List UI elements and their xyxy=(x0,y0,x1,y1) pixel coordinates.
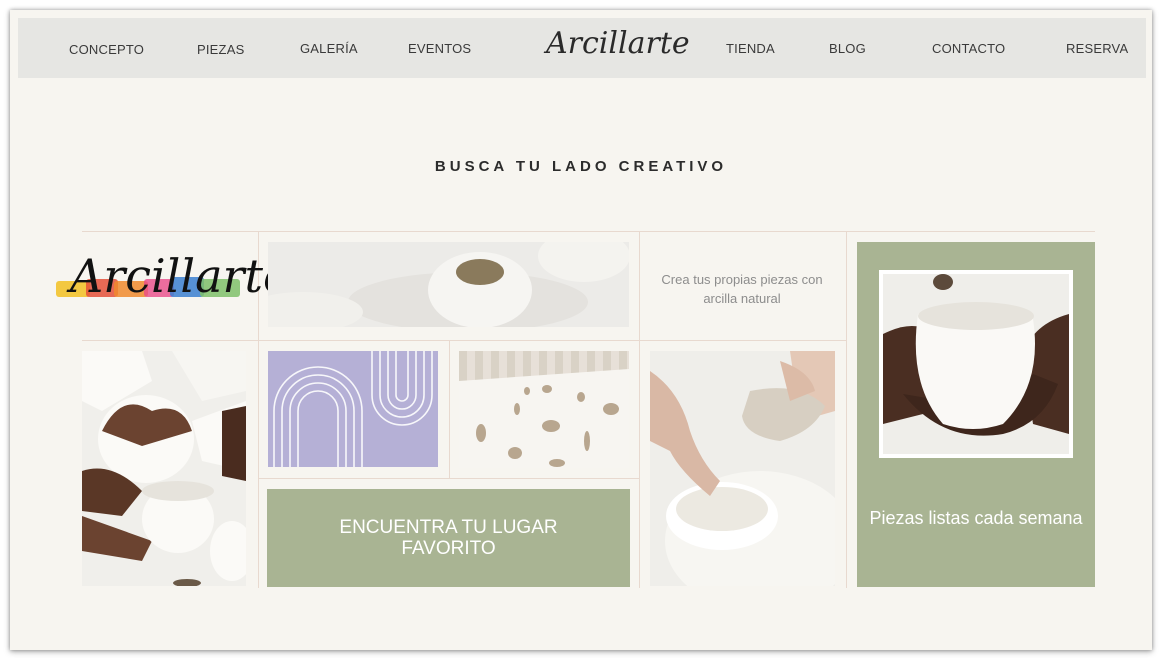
grid-divider-lower xyxy=(258,478,640,479)
nav-tienda[interactable]: TIENDA xyxy=(726,41,775,56)
pieces-photo-frame xyxy=(879,270,1073,458)
nav-eventos[interactable]: EVENTOS xyxy=(408,41,471,56)
grid-divider-top xyxy=(82,231,1095,232)
nav-blog[interactable]: BLOG xyxy=(829,41,866,56)
page-headline: BUSCA TU LADO CREATIVO xyxy=(434,158,728,175)
nav-piezas[interactable]: PIEZAS xyxy=(197,42,244,57)
brand-logo-text: Arcillarte xyxy=(70,249,291,303)
pieces-weekly-card[interactable]: Piezas listas cada semana xyxy=(857,242,1095,587)
top-navigation: CONCEPTO PIEZAS GALERÍA EVENTOS Arcillar… xyxy=(18,18,1146,78)
find-your-place-card[interactable]: ENCUENTRA TU LUGAR FAVORITO xyxy=(267,489,630,587)
clay-bowls-banner-image xyxy=(268,242,629,327)
small-clay-pieces-image xyxy=(459,351,629,468)
nav-contacto[interactable]: CONTACTO xyxy=(932,41,1005,56)
lavender-arches-graphic xyxy=(268,351,438,467)
nav-concepto[interactable]: CONCEPTO xyxy=(69,42,144,57)
nav-galeria[interactable]: GALERÍA xyxy=(300,41,358,56)
nav-reserva[interactable]: RESERVA xyxy=(1066,41,1128,56)
hands-bowl-image xyxy=(883,274,1069,454)
nav-logo[interactable]: Arcillarte xyxy=(546,26,690,61)
brand-logo-block: Arcillarte xyxy=(52,243,290,323)
tagline-text: Crea tus propias piezas con arcilla natu… xyxy=(661,272,823,306)
pieces-weekly-text: Piezas listas cada semana xyxy=(869,508,1083,528)
grid-divider-v2 xyxy=(639,231,640,588)
clay-hands-image xyxy=(650,351,835,586)
grid-divider-v3 xyxy=(846,231,847,588)
grid-divider-middle xyxy=(82,340,846,341)
hands-on-bowls-image xyxy=(82,351,246,586)
grid-divider-v4 xyxy=(449,340,450,478)
find-your-place-text: ENCUENTRA TU LUGAR FAVORITO xyxy=(339,517,558,559)
